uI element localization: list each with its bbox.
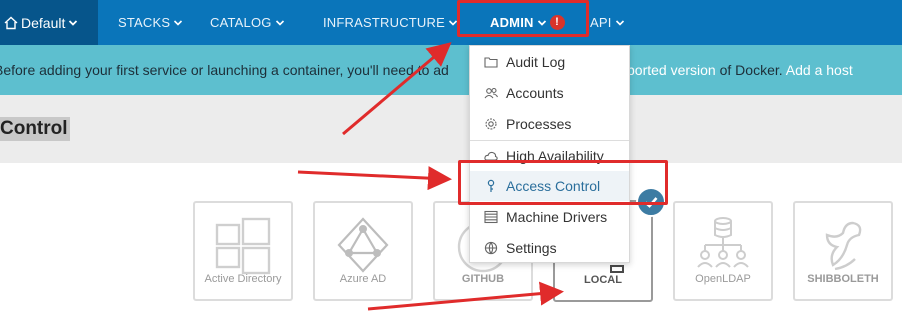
nav-api[interactable]: API xyxy=(590,0,625,45)
provider-openldap[interactable]: OpenLDAP xyxy=(673,201,773,301)
menu-item-access-control[interactable]: Access Control xyxy=(470,171,629,201)
home-icon xyxy=(4,16,18,29)
globe-icon xyxy=(484,241,498,255)
nav-stacks-label: STACKS xyxy=(118,15,171,30)
top-navigation-bar: Default STACKS CATALOG INFRASTRUCTURE AD… xyxy=(0,0,902,45)
nav-admin-label: ADMIN xyxy=(490,15,534,30)
menu-item-accounts[interactable]: Accounts xyxy=(470,78,629,108)
menu-item-label: Access Control xyxy=(506,178,601,194)
provider-label: Active Directory xyxy=(204,273,282,285)
server-list-icon xyxy=(484,210,498,224)
provider-label: SHIBBOLETH xyxy=(807,273,879,285)
ldap-icon xyxy=(697,217,749,268)
provider-shibboleth[interactable]: SHIBBOLETH xyxy=(793,201,893,301)
chevron-down-icon xyxy=(69,19,78,26)
chevron-down-icon xyxy=(537,19,546,26)
provider-label: GITHUB xyxy=(461,273,505,285)
page-title: Control xyxy=(0,117,70,141)
chevron-down-icon xyxy=(615,19,624,26)
provider-label: LOCAL xyxy=(584,274,622,286)
nav-catalog-label: CATALOG xyxy=(210,15,272,30)
environment-switcher[interactable]: Default xyxy=(0,0,98,45)
menu-item-label: Settings xyxy=(506,240,557,256)
info-banner: Before adding your first service or laun… xyxy=(0,45,902,95)
add-host-link[interactable]: Add a host xyxy=(786,62,853,78)
nav-api-label: API xyxy=(590,15,612,30)
menu-item-label: High Availability xyxy=(506,148,604,164)
nav-infrastructure-label: INFRASTRUCTURE xyxy=(323,15,445,30)
supported-version-link[interactable]: ported version xyxy=(627,62,716,78)
banner-text: Before adding your first service or laun… xyxy=(0,62,449,78)
folder-icon xyxy=(484,57,498,68)
key-icon xyxy=(487,179,495,192)
cloud-icon xyxy=(484,151,498,161)
chevron-down-icon xyxy=(275,19,284,26)
arrow-to-access-control xyxy=(297,166,452,191)
nav-admin[interactable]: ADMIN ! xyxy=(490,0,565,45)
nav-catalog[interactable]: CATALOG xyxy=(210,0,285,45)
provider-azure-ad[interactable]: Azure AD xyxy=(313,201,413,301)
chevron-down-icon xyxy=(448,19,458,26)
shibboleth-icon xyxy=(825,221,862,271)
menu-item-label: Audit Log xyxy=(506,54,566,70)
banner-tail: ported version of Docker. Add a host xyxy=(627,45,853,95)
chevron-down-icon xyxy=(174,19,183,26)
windows-icon xyxy=(215,217,271,275)
menu-item-label: Machine Drivers xyxy=(506,209,608,225)
provider-label: OpenLDAP xyxy=(695,273,751,285)
menu-item-processes[interactable]: Processes xyxy=(470,109,629,139)
menu-item-audit-log[interactable]: Audit Log xyxy=(470,47,629,77)
selected-check-icon xyxy=(636,187,666,217)
gear-icon xyxy=(485,118,497,130)
nav-infrastructure[interactable]: INFRASTRUCTURE xyxy=(323,0,458,45)
users-icon xyxy=(484,87,498,99)
environment-name: Default xyxy=(21,14,66,31)
menu-item-settings[interactable]: Settings xyxy=(470,233,629,263)
menu-item-high-availability[interactable]: High Availability xyxy=(470,141,629,171)
menu-item-label: Processes xyxy=(506,116,572,132)
azure-ad-icon xyxy=(337,217,389,273)
admin-alert-badge: ! xyxy=(549,15,565,30)
provider-label: Azure AD xyxy=(339,273,387,285)
menu-item-machine-drivers[interactable]: Machine Drivers xyxy=(470,202,629,232)
admin-dropdown-menu: Audit Log Accounts Processes High Availa… xyxy=(469,45,630,263)
nav-stacks[interactable]: STACKS xyxy=(118,0,183,45)
provider-active-directory[interactable]: Active Directory xyxy=(193,201,293,301)
page-header xyxy=(0,95,902,163)
banner-text-after: of Docker. xyxy=(715,62,786,78)
menu-item-label: Accounts xyxy=(506,85,564,101)
